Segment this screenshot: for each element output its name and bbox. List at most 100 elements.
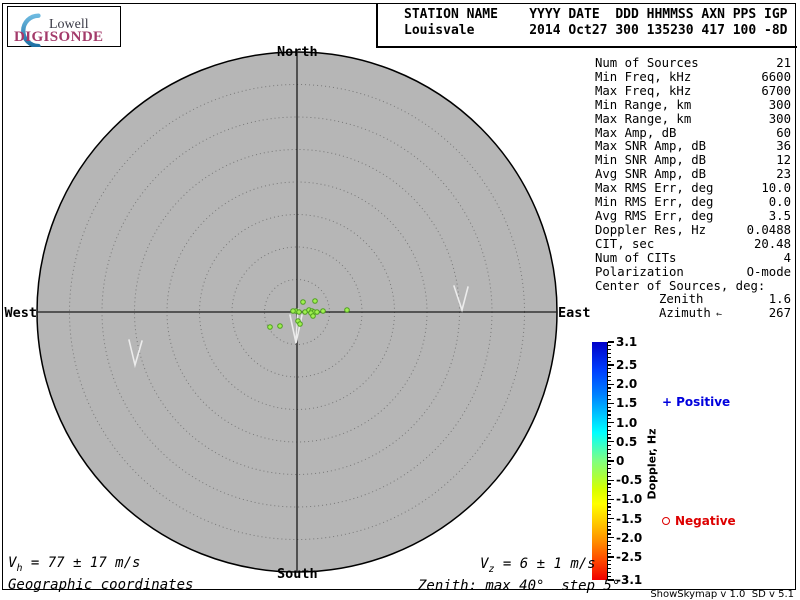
colorbar-minor-tick <box>608 410 611 412</box>
colorbar-tick-label: 1.5 <box>616 396 638 411</box>
colorbar-minor-tick <box>608 564 611 566</box>
colorbar-major-tick <box>608 498 614 500</box>
stat-value: 3.5 <box>768 208 791 223</box>
colorbar-minor-tick <box>608 414 611 416</box>
colorbar-minor-tick <box>608 548 611 550</box>
compass-label-west: West <box>4 305 37 321</box>
colorbar-minor-tick <box>608 552 611 554</box>
colorbar-minor-tick <box>608 372 611 374</box>
colorbar-major-tick <box>608 479 614 481</box>
stat-value: 1.6 <box>768 292 791 307</box>
stat-value: 0.0488 <box>746 222 791 237</box>
colorbar-minor-tick <box>608 452 611 454</box>
colorbar-major-tick <box>608 460 614 462</box>
colorbar-tick-label: -1.0 <box>616 492 643 507</box>
stat-value: 6600 <box>761 69 791 84</box>
colorbar-minor-tick <box>608 368 611 370</box>
stat-row: Max RMS Err, deg 10.0 <box>595 181 791 196</box>
colorbar-minor-tick <box>608 387 611 389</box>
colorbar-major-tick <box>608 556 614 558</box>
colorbar-minor-tick <box>608 464 611 466</box>
colorbar-minor-tick <box>608 456 611 458</box>
stat-label: Max Amp, dB <box>595 125 677 140</box>
colorbar-minor-tick <box>608 560 611 562</box>
colorbar-minor-tick <box>608 575 611 577</box>
positive-doppler-legend: + Positive <box>662 395 730 409</box>
colorbar-major-tick <box>608 537 614 539</box>
colorbar-minor-tick <box>608 514 611 516</box>
stat-row: Max Amp, dB 60 <box>595 125 791 141</box>
compass-label-north: North <box>277 44 318 60</box>
colorbar-minor-tick <box>608 418 611 420</box>
colorbar-minor-tick <box>608 544 611 547</box>
coordinate-system-label: Geographic coordinates <box>8 577 194 593</box>
circle-icon <box>662 517 670 525</box>
source-dot <box>314 309 320 315</box>
stat-row: Max Range, km 300 <box>595 111 791 127</box>
colorbar-tick-label: -0.5 <box>616 473 643 488</box>
negative-doppler-legend: Negative <box>662 514 736 528</box>
colorbar-tick-label: 3.1 <box>616 335 638 349</box>
colorbar-major-tick <box>608 517 614 520</box>
colorbar-minor-tick <box>608 429 611 431</box>
colorbar-minor-tick <box>608 471 611 474</box>
colorbar-minor-tick <box>608 360 611 362</box>
colorbar-minor-tick <box>608 483 611 485</box>
stat-row: Num of CITs 4 <box>595 250 791 266</box>
stat-label: Min RMS Err, deg <box>595 195 714 210</box>
stat-row: Doppler Res, Hz 0.0488 <box>595 222 791 238</box>
colorbar-minor-tick <box>608 398 611 401</box>
source-dot <box>312 298 318 304</box>
colorbar-minor-tick <box>608 406 611 408</box>
stat-value: 10.0 <box>761 181 791 196</box>
colorbar-minor-tick <box>608 437 611 439</box>
stat-row: Zenith 1.6 <box>595 293 791 307</box>
colorbar-title: Doppler, Hz <box>645 428 659 500</box>
stat-value: 300 <box>768 97 791 112</box>
stat-value: 4 <box>783 250 791 265</box>
stat-label: Max Range, km <box>595 111 692 126</box>
colorbar-tick-label: -2.5 <box>616 549 643 564</box>
stat-label: Min Freq, kHz <box>595 69 692 84</box>
colorbar-minor-tick <box>608 525 611 527</box>
stat-label: Zenith <box>659 292 704 307</box>
stat-row: Min RMS Err, deg 0.0 <box>595 195 791 210</box>
stat-label: Num of Sources <box>595 56 699 70</box>
stat-value: 60 <box>776 125 791 140</box>
source-dot <box>267 324 273 330</box>
colorbar-minor-tick <box>608 510 611 512</box>
stat-label: Max RMS Err, deg <box>595 181 714 196</box>
stat-row: Azimuth ← 267 <box>595 306 791 322</box>
stat-row: Avg SNR Amp, dB 23 <box>595 167 791 182</box>
stat-label: Avg RMS Err, deg <box>595 208 714 223</box>
stat-label: Center of Sources, deg: <box>595 278 766 293</box>
colorbar-minor-tick <box>608 541 611 543</box>
source-dot <box>277 323 283 329</box>
colorbar-minor-tick <box>608 448 611 451</box>
stat-label: Min Range, km <box>595 97 692 112</box>
stat-label: CIT, sec <box>595 236 655 251</box>
stat-row: CIT, sec 20.48 <box>595 236 791 252</box>
colorbar-tick-label: 0.5 <box>616 434 638 449</box>
colorbar-minor-tick <box>608 506 611 508</box>
colorbar-minor-tick <box>608 487 611 489</box>
colorbar-minor-tick <box>608 491 611 493</box>
horizontal-velocity: Vh = 77 ± 17 m/s <box>8 555 141 574</box>
plus-icon: + <box>662 395 673 409</box>
stat-value: 6700 <box>761 83 791 98</box>
stat-value: 21 <box>776 56 791 70</box>
stat-value: 12 <box>776 153 791 168</box>
source-dot <box>344 307 350 313</box>
colorbar-minor-tick <box>608 445 611 447</box>
colorbar-tick-label: 0 <box>616 454 625 468</box>
stat-row: Avg RMS Err, deg 3.5 <box>595 208 791 224</box>
doppler-colorbar <box>592 342 608 580</box>
stat-value: 300 <box>768 111 791 126</box>
vertical-velocity: Vz = 6 ± 1 m/s <box>480 556 596 575</box>
colorbar-major-tick <box>608 383 614 385</box>
stat-label: Min SNR Amp, dB <box>595 153 707 168</box>
stat-row: Max Freq, kHz 6700 <box>595 83 791 99</box>
colorbar-minor-tick <box>608 468 611 470</box>
colorbar-tick-label: -1.5 <box>616 511 643 526</box>
stat-value: 267 <box>768 306 791 321</box>
